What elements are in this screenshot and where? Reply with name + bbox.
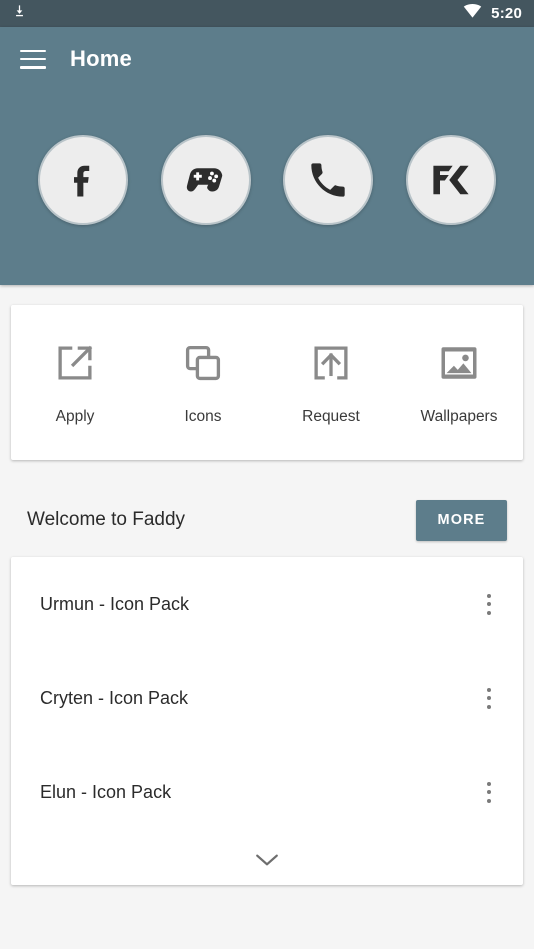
upload-box-icon [308,340,354,386]
shortcut-circles [0,135,534,225]
welcome-title: Welcome to Faddy [27,509,186,530]
action-label: Request [302,407,360,425]
shortcut-fk[interactable] [405,135,496,225]
list-item[interactable]: Cryten - Icon Pack [11,651,523,745]
open-in-new-icon [52,340,98,386]
action-request[interactable]: Request [267,305,395,460]
action-apply[interactable]: Apply [11,305,139,460]
kebab-menu-icon[interactable] [477,683,501,713]
shortcut-phone[interactable] [283,135,374,225]
kebab-menu-icon[interactable] [477,777,501,807]
actions-card: Apply Icons Request Wallpapers [11,305,523,460]
welcome-row: Welcome to Faddy MORE [0,495,534,545]
app-header: Home [0,27,534,285]
copy-layers-icon [180,340,226,386]
icon-packs-card: Urmun - Icon Pack Cryten - Icon Pack Elu… [11,557,523,885]
wifi-icon [463,4,482,23]
action-label: Icons [184,407,222,425]
app-root: 5:20 Home Apply Icons Request Wallpapers… [0,0,534,949]
action-label: Apply [55,407,95,425]
actions-row: Apply Icons Request Wallpapers [11,305,523,460]
hamburger-menu-icon[interactable] [20,49,46,69]
list-item-label: Cryten - Icon Pack [40,687,189,708]
chevron-down-icon [254,852,280,873]
list-item[interactable]: Elun - Icon Pack [11,745,523,839]
status-bar: 5:20 [0,0,534,27]
app-bar: Home [0,27,534,91]
expand-list-button[interactable] [11,839,523,885]
download-icon [12,3,27,24]
list-item-label: Urmun - Icon Pack [40,593,190,614]
game-controller-icon [183,157,229,203]
action-label: Wallpapers [420,407,498,425]
action-wallpapers[interactable]: Wallpapers [395,305,523,460]
shortcut-games[interactable] [160,135,251,225]
list-item-label: Elun - Icon Pack [40,781,172,802]
action-icons[interactable]: Icons [139,305,267,460]
image-icon [436,340,482,386]
more-button[interactable]: MORE [416,499,507,541]
status-bar-right: 5:20 [463,4,522,23]
kebab-menu-icon[interactable] [477,589,501,619]
page-title: Home [70,46,132,71]
status-bar-left [12,3,27,24]
phone-icon [306,158,350,202]
facebook-icon [61,158,105,202]
list-item[interactable]: Urmun - Icon Pack [11,557,523,651]
shortcut-facebook[interactable] [38,135,129,225]
fk-logo-icon [429,160,473,200]
status-bar-clock: 5:20 [491,5,522,22]
